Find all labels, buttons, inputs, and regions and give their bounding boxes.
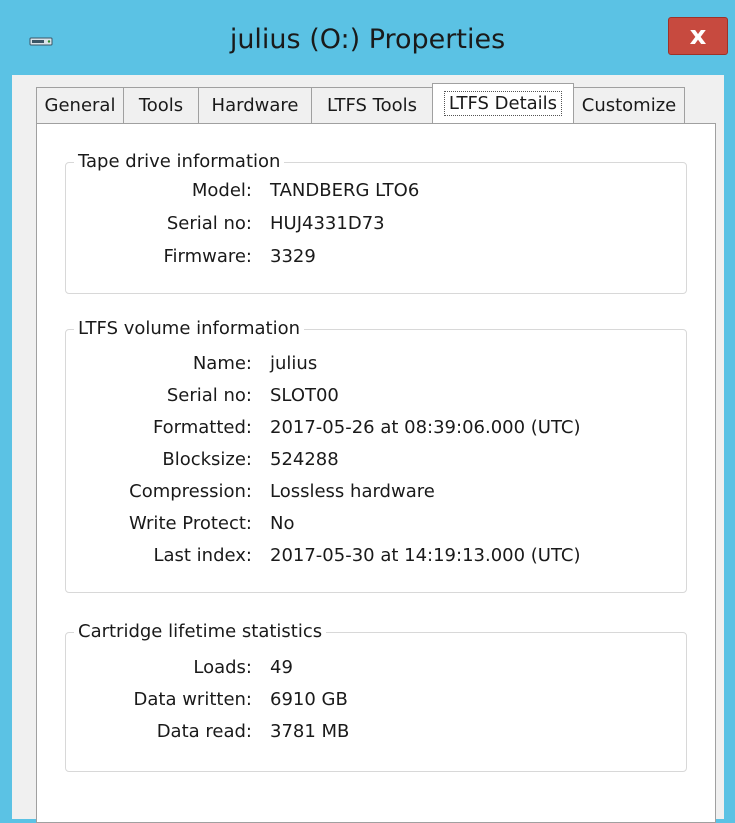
title-bar[interactable]: julius (O:) Properties x: [0, 0, 735, 84]
group-title: Tape drive information: [74, 151, 285, 172]
field-label: Model:: [191, 180, 252, 201]
field-label: Last index:: [153, 545, 252, 566]
tab-customize[interactable]: Customize: [573, 87, 685, 123]
field-label: Name:: [192, 353, 252, 374]
tab-label: Tools: [138, 95, 184, 116]
window-title: julius (O:) Properties: [229, 24, 506, 55]
tab-label: General: [44, 95, 116, 116]
field-label: Data written:: [133, 689, 253, 710]
field-value: 3329: [270, 246, 316, 267]
tab-strip: General Tools Hardware LTFS Tools LTFS D…: [36, 83, 685, 123]
tape-drive-group: Tape drive information Model: TANDBERG L…: [65, 151, 687, 294]
field-value: SLOT00: [270, 385, 339, 406]
field-value: 524288: [270, 449, 339, 470]
cartridge-statistics-group: Cartridge lifetime statistics Loads: 49 …: [65, 621, 687, 772]
close-button[interactable]: x: [668, 17, 728, 55]
ltfs-volume-group: LTFS volume information Name: julius Ser…: [65, 318, 687, 593]
field-value: 3781 MB: [270, 721, 350, 742]
tab-ltfs-details[interactable]: LTFS Details: [432, 83, 574, 123]
tab-ltfs-tools[interactable]: LTFS Tools: [311, 87, 433, 123]
tab-label: Customize: [581, 95, 677, 116]
field-value: 49: [270, 657, 293, 678]
tab-tools[interactable]: Tools: [123, 87, 199, 123]
field-value: 2017-05-30 at 14:19:13.000 (UTC): [270, 545, 581, 566]
group-title: Cartridge lifetime statistics: [74, 621, 327, 642]
tab-label: LTFS Tools: [326, 95, 418, 116]
field-value: 2017-05-26 at 08:39:06.000 (UTC): [270, 417, 581, 438]
tab-label: Hardware: [211, 95, 299, 116]
field-label: Compression:: [129, 481, 252, 502]
field-value: julius: [270, 353, 318, 374]
field-label: Data read:: [156, 721, 252, 742]
tab-label: LTFS Details: [443, 91, 563, 116]
field-label: Serial no:: [166, 213, 252, 234]
properties-window: julius (O:) Properties x General Tools H…: [0, 0, 735, 823]
field-value: HUJ4331D73: [270, 213, 385, 234]
field-value: TANDBERG LTO6: [270, 180, 420, 201]
field-label: Formatted:: [152, 417, 252, 438]
tab-general[interactable]: General: [36, 87, 124, 123]
field-value: 6910 GB: [270, 689, 348, 710]
ltfs-details-panel: Tape drive information Model: TANDBERG L…: [36, 123, 716, 823]
dialog-client-area: General Tools Hardware LTFS Tools LTFS D…: [12, 75, 724, 823]
field-label: Blocksize:: [162, 449, 252, 470]
field-label: Write Protect:: [129, 513, 252, 534]
field-value: No: [270, 513, 295, 534]
group-title: LTFS volume information: [74, 318, 305, 339]
field-label: Loads:: [193, 657, 252, 678]
field-label: Serial no:: [166, 385, 252, 406]
field-value: Lossless hardware: [270, 481, 435, 502]
field-label: Firmware:: [163, 246, 252, 267]
tab-hardware[interactable]: Hardware: [198, 87, 312, 123]
